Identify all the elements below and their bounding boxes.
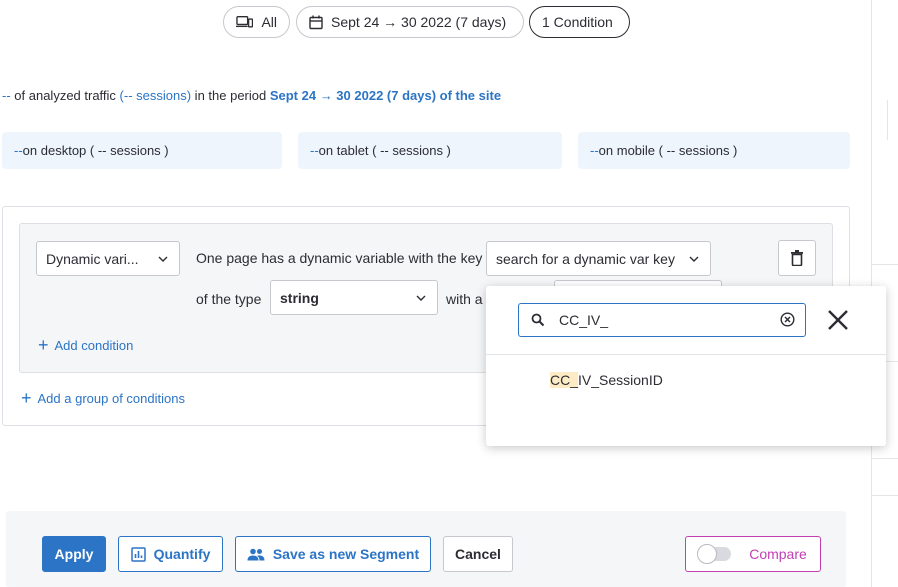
traffic-text-2: in the period bbox=[191, 88, 270, 103]
dropdown-divider bbox=[486, 354, 886, 355]
mobile-label: on mobile ( -- sessions ) bbox=[598, 143, 738, 158]
condition-type-value: Dynamic vari... bbox=[46, 250, 139, 267]
save-segment-button[interactable]: Save as new Segment bbox=[235, 536, 431, 572]
chevron-down-icon bbox=[689, 256, 699, 262]
quantify-button[interactable]: Quantify bbox=[118, 536, 223, 572]
key-search-input[interactable] bbox=[559, 310, 769, 330]
dynamic-key-dropdown: CC_IV_SessionID bbox=[486, 286, 886, 446]
chevron-down-icon bbox=[416, 295, 426, 301]
condition-sentence-2: of the type bbox=[196, 291, 262, 307]
clear-search-icon[interactable] bbox=[780, 312, 795, 327]
quantify-label: Quantify bbox=[153, 546, 211, 562]
add-group-label: Add a group of conditions bbox=[37, 390, 185, 406]
tablet-label: on tablet ( -- sessions ) bbox=[318, 143, 451, 158]
traffic-text-1: of analyzed traffic bbox=[10, 88, 120, 103]
right-panel-gridline bbox=[872, 458, 898, 459]
save-segment-label: Save as new Segment bbox=[272, 546, 420, 562]
device-filter-pill[interactable]: All bbox=[223, 6, 290, 38]
condition-type-select[interactable]: Dynamic vari... bbox=[36, 241, 180, 276]
plus-icon: + bbox=[38, 335, 49, 355]
tablet-card: -- on tablet ( -- sessions ) bbox=[298, 132, 562, 169]
cancel-button[interactable]: Cancel bbox=[443, 536, 513, 572]
conditions-label: 1 Condition bbox=[542, 14, 613, 30]
compare-label: Compare bbox=[749, 546, 807, 562]
date-range-label: Sept 24 → 30 2022 (7 days) bbox=[331, 14, 507, 30]
right-panel-edge-inner bbox=[887, 100, 888, 140]
data-type-select[interactable]: string bbox=[270, 280, 438, 315]
condition-sentence-3: with a bbox=[446, 291, 483, 307]
search-icon bbox=[531, 313, 545, 327]
plus-icon: + bbox=[21, 388, 32, 408]
compare-toggle-switch[interactable] bbox=[697, 544, 732, 564]
desktop-label: on desktop ( -- sessions ) bbox=[22, 143, 169, 158]
desktop-value: -- bbox=[14, 143, 23, 158]
right-panel-gridline bbox=[872, 264, 898, 265]
close-icon[interactable] bbox=[826, 308, 850, 332]
device-filter-label: All bbox=[261, 14, 277, 30]
traffic-sessions: (-- sessions) bbox=[119, 88, 192, 103]
option-match-highlight: CC_ bbox=[550, 372, 579, 388]
add-group-link[interactable]: + Add a group of conditions bbox=[21, 389, 185, 407]
chevron-down-icon bbox=[158, 256, 168, 262]
desktop-card: -- on desktop ( -- sessions ) bbox=[2, 132, 282, 169]
chart-icon bbox=[130, 546, 146, 562]
add-condition-link[interactable]: + Add condition bbox=[38, 336, 133, 354]
conditions-pill[interactable]: 1 Condition bbox=[529, 6, 630, 38]
option-rest: IV_SessionID bbox=[578, 372, 663, 388]
mobile-card: -- on mobile ( -- sessions ) bbox=[578, 132, 850, 169]
traffic-period: Sept 24 → 30 2022 (7 days) of the site bbox=[269, 88, 502, 103]
calendar-icon bbox=[309, 15, 323, 29]
traffic-percent: -- bbox=[2, 88, 11, 103]
compare-toggle-button[interactable]: Compare bbox=[685, 536, 821, 572]
dropdown-option[interactable]: CC_IV_SessionID bbox=[550, 372, 663, 388]
key-search-box[interactable] bbox=[518, 303, 806, 337]
dynamic-key-select[interactable]: search for a dynamic var key bbox=[486, 241, 711, 276]
delete-condition-button[interactable] bbox=[778, 240, 816, 276]
mobile-value: -- bbox=[590, 143, 599, 158]
tablet-value: -- bbox=[310, 143, 319, 158]
date-range-pill[interactable]: Sept 24 → 30 2022 (7 days) bbox=[296, 6, 524, 38]
trash-icon bbox=[791, 250, 803, 266]
add-condition-label: Add condition bbox=[54, 337, 134, 353]
traffic-summary: -- of analyzed traffic (-- sessions) in … bbox=[2, 88, 501, 103]
right-panel-gridline bbox=[872, 495, 898, 496]
data-type-value: string bbox=[280, 289, 319, 306]
toggle-knob bbox=[697, 544, 718, 564]
users-icon bbox=[247, 548, 265, 560]
devices-icon bbox=[236, 15, 254, 28]
apply-button[interactable]: Apply bbox=[42, 536, 106, 572]
condition-sentence-1: One page has a dynamic variable with the… bbox=[196, 250, 483, 266]
dynamic-key-value: search for a dynamic var key bbox=[496, 250, 675, 267]
